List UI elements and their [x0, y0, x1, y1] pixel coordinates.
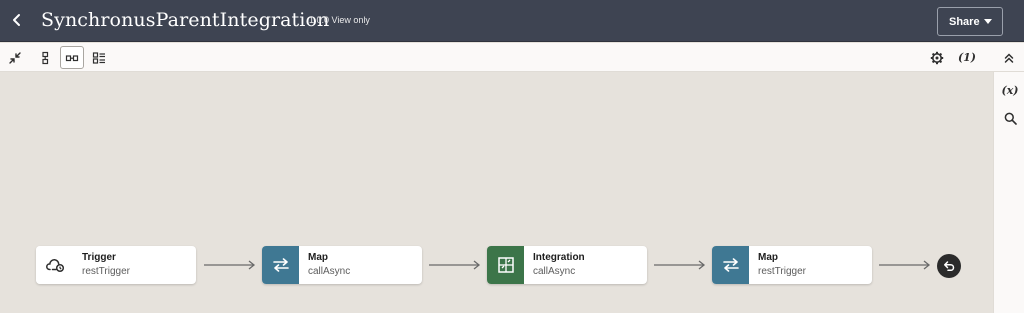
map-arrows-icon [272, 258, 289, 272]
chevron-left-icon [13, 14, 20, 26]
double-chevron-up-icon [1004, 52, 1014, 63]
node-title: Integration [533, 252, 585, 263]
right-side-panel: (x) [993, 72, 1024, 313]
tracking-count-label: (1) [957, 51, 977, 64]
vertical-layout-icon [42, 51, 49, 64]
share-label: Share [949, 15, 980, 28]
share-button[interactable]: Share [937, 7, 1003, 36]
flow-connector-arrow [429, 260, 481, 270]
flow-node-map-1[interactable]: Map callAsync [262, 246, 422, 284]
node-subtitle: restTrigger [82, 266, 130, 277]
list-view-icon [92, 51, 105, 64]
trigger-icon-tile [36, 246, 73, 284]
tracking-count-button[interactable]: (1) [954, 46, 980, 69]
node-title: Trigger [82, 252, 116, 263]
node-subtitle: restTrigger [758, 266, 806, 277]
node-title: Map [758, 252, 778, 263]
search-icon [1004, 112, 1017, 125]
cloud-trigger-icon [45, 259, 64, 273]
map-arrows-icon [722, 258, 739, 272]
integration-icon-tile [487, 246, 524, 284]
flow-node-trigger[interactable]: Trigger restTrigger [36, 246, 196, 284]
flow-connector-arrow [204, 260, 256, 270]
variables-label: (x) [1001, 83, 1019, 97]
flow-connector-arrow [879, 260, 931, 270]
settings-button[interactable] [925, 46, 949, 69]
flow-end-return-button[interactable] [937, 254, 961, 278]
node-subtitle: callAsync [533, 266, 576, 277]
node-subtitle: callAsync [308, 266, 351, 277]
variables-button[interactable]: (x) [998, 79, 1022, 101]
map-icon-tile [712, 246, 749, 284]
collapse-arrows-icon [9, 51, 21, 64]
caret-down-icon [984, 19, 992, 24]
collapse-button[interactable] [3, 46, 27, 69]
horizontal-layout-button[interactable] [60, 46, 84, 69]
return-arrow-icon [944, 261, 955, 272]
integration-icon [497, 257, 514, 273]
pseudo-view-button[interactable] [87, 46, 111, 69]
horizontal-layout-icon [65, 54, 79, 61]
vertical-layout-button[interactable] [33, 46, 57, 69]
gear-icon [930, 51, 944, 64]
version-status: 1.0.0 View only [309, 15, 370, 25]
map-icon-tile [262, 246, 299, 284]
node-title: Map [308, 252, 328, 263]
canvas-toolbar: (1) [0, 43, 1024, 72]
integration-title: SynchronusParentIntegration [41, 9, 330, 31]
collapse-panel-button[interactable] [997, 46, 1021, 69]
back-button[interactable] [6, 9, 28, 31]
flow-connector-arrow [654, 260, 706, 270]
app-header: SynchronusParentIntegration 1.0.0 View o… [0, 0, 1024, 42]
flow-node-integration[interactable]: Integration callAsync [487, 246, 647, 284]
search-button[interactable] [998, 107, 1022, 129]
flow-node-map-2[interactable]: Map restTrigger [712, 246, 872, 284]
